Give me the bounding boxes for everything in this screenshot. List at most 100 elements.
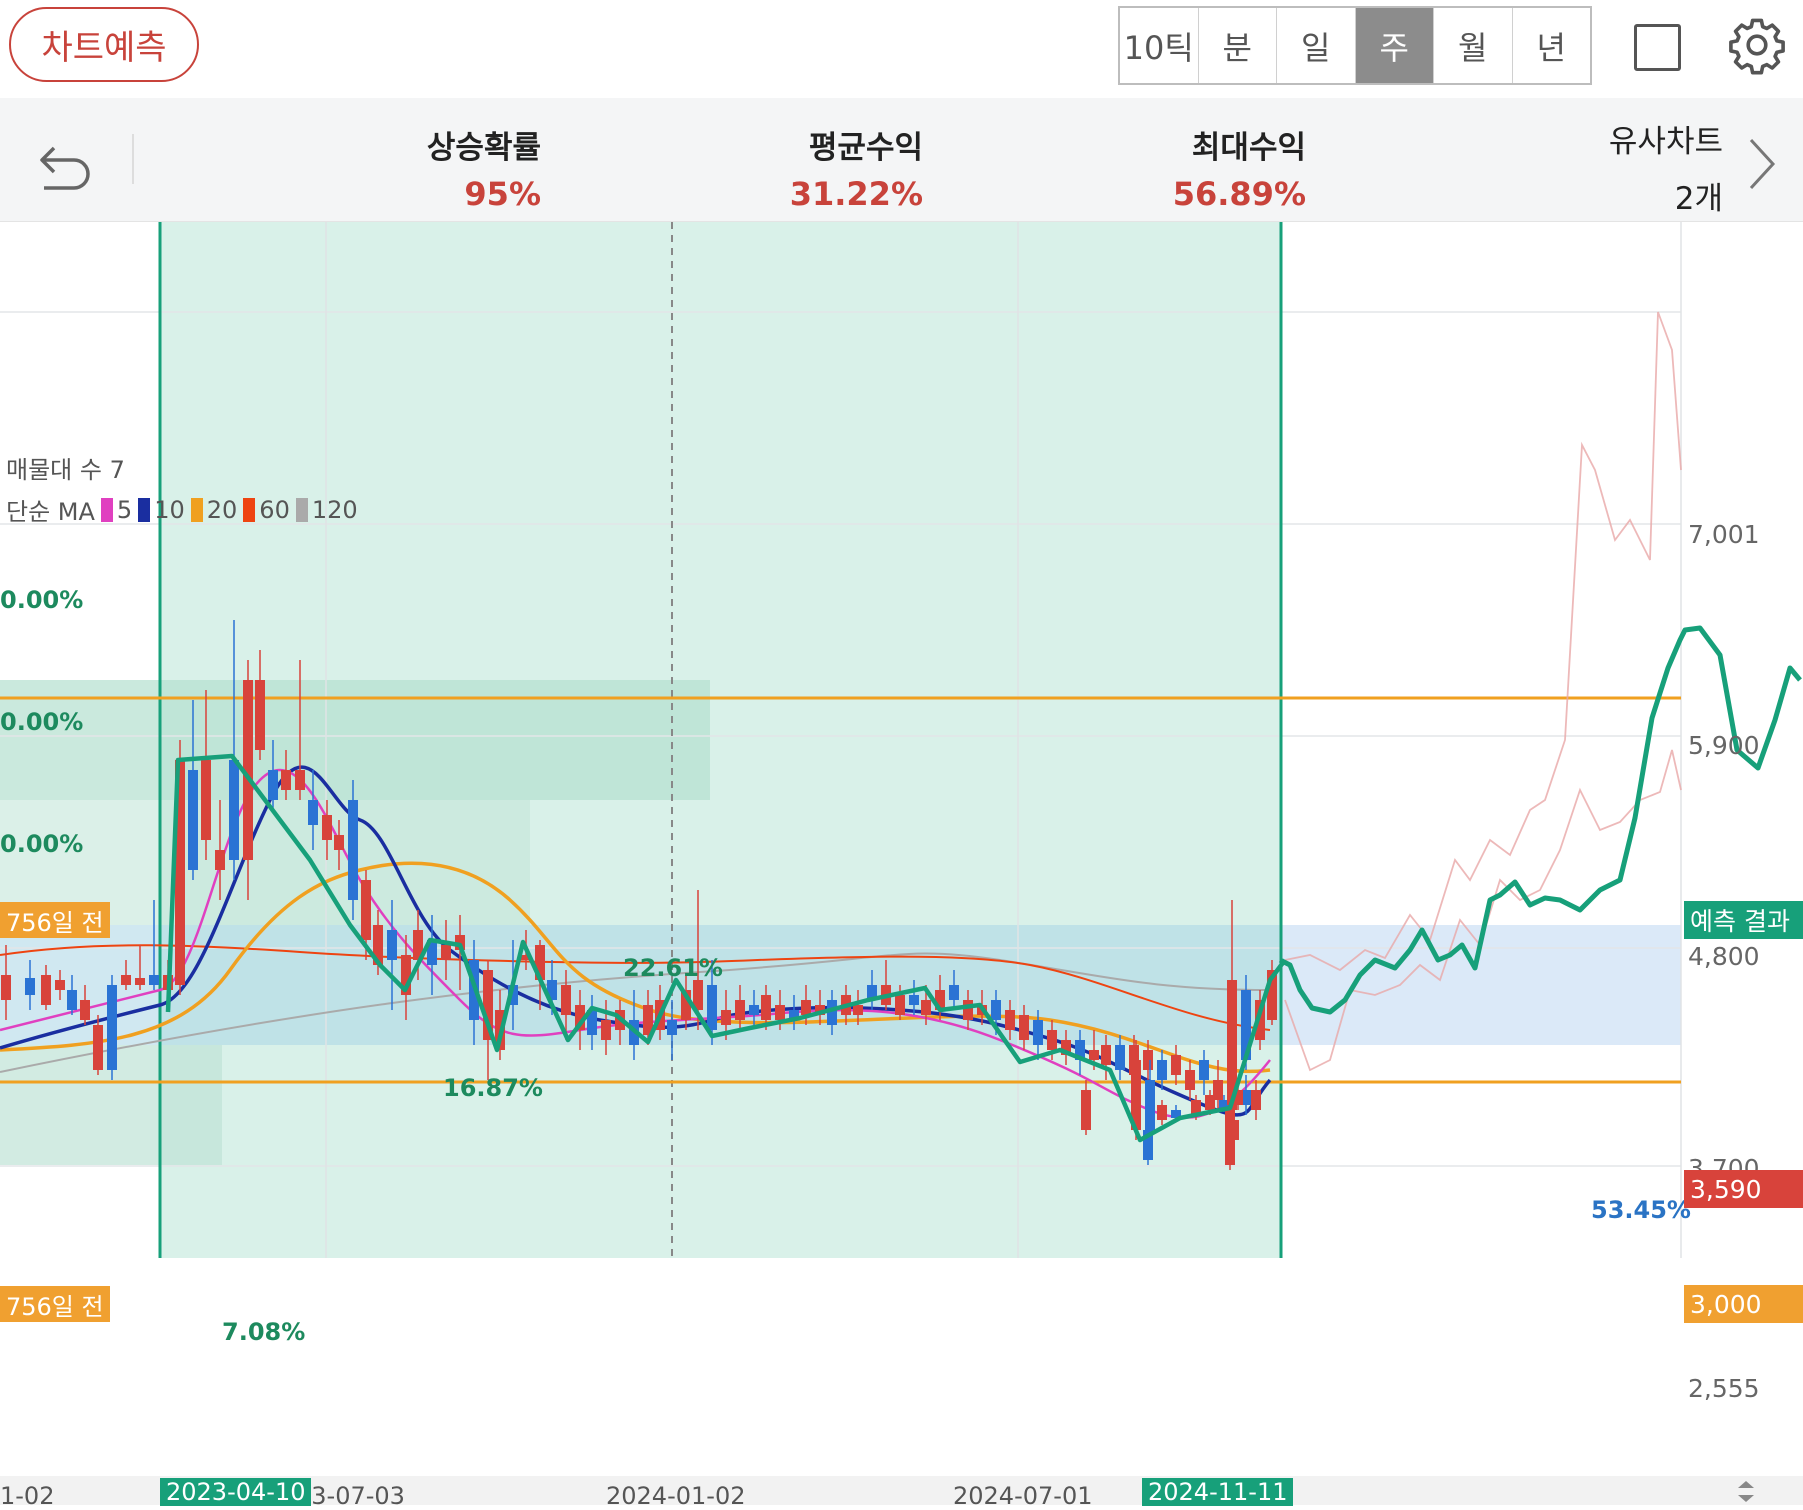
days-ago-tag: 756일 전 bbox=[0, 902, 110, 938]
candle-body bbox=[348, 800, 358, 900]
candle-body bbox=[121, 975, 131, 985]
stat-rise-probability: 상승확률 95% bbox=[427, 122, 541, 213]
candle-body bbox=[1005, 1010, 1015, 1030]
ma60-period: 60 bbox=[259, 495, 290, 524]
candle-body bbox=[1081, 1090, 1091, 1130]
prediction-result-tag: 예측 결과 bbox=[1684, 901, 1803, 939]
zone-percent: 16.87% bbox=[443, 1074, 543, 1102]
candle-body bbox=[67, 990, 77, 1010]
candle-body bbox=[801, 1000, 811, 1015]
candle-body bbox=[1205, 1095, 1215, 1110]
y-axis-label: 4,800 bbox=[1688, 942, 1760, 971]
gear-icon[interactable] bbox=[1726, 14, 1788, 76]
candle-body bbox=[561, 985, 571, 1015]
candle-body bbox=[1033, 1020, 1043, 1045]
candle-body bbox=[1171, 1055, 1181, 1075]
current-price-tag: 3,590 bbox=[1684, 1170, 1803, 1208]
ma120-period: 120 bbox=[311, 495, 358, 524]
candle-body bbox=[1251, 1090, 1261, 1110]
stat-label: 평균수익 bbox=[808, 130, 923, 166]
top-toolbar: 차트예측 10틱 분 일 주 월 년 bbox=[0, 0, 1803, 98]
candle-body bbox=[667, 1020, 677, 1035]
candle-body bbox=[41, 975, 51, 1005]
similar-chart-count: 2개 bbox=[1674, 181, 1723, 217]
candle-body bbox=[25, 978, 35, 995]
candle-body bbox=[853, 1005, 863, 1015]
ma-legend-label: 단순 MA bbox=[6, 498, 95, 526]
candle-body bbox=[1101, 1045, 1111, 1065]
ma5-swatch bbox=[100, 497, 113, 522]
stat-value: 95% bbox=[464, 175, 541, 213]
x-axis-label: 2024-01-02 bbox=[606, 1482, 746, 1510]
candle-body bbox=[1019, 1015, 1029, 1040]
candle-body bbox=[215, 850, 225, 870]
candle-body bbox=[229, 760, 239, 860]
y-axis-label: 2,555 bbox=[1688, 1374, 1760, 1403]
candle-body bbox=[721, 1010, 731, 1025]
x-axis-label: 23-07-03 bbox=[296, 1482, 405, 1510]
chart-predict-button[interactable]: 차트예측 bbox=[9, 7, 199, 82]
candle-body bbox=[1115, 1045, 1125, 1070]
y-axis-label: 5,900 bbox=[1688, 731, 1760, 760]
stat-label: 상승확률 bbox=[426, 130, 541, 166]
candle-body bbox=[991, 1000, 1001, 1020]
stat-max-return: 최대수익 56.89% bbox=[1173, 122, 1306, 213]
back-arrow-icon[interactable] bbox=[30, 128, 100, 198]
period-tab-year[interactable]: 년 bbox=[1513, 8, 1591, 83]
candle-body bbox=[1185, 1070, 1195, 1090]
candle-body bbox=[387, 930, 397, 960]
candle-body bbox=[949, 985, 959, 1000]
candle-body bbox=[909, 995, 919, 1005]
base-price-tag: 3,000 bbox=[1684, 1285, 1803, 1323]
period-tab-day[interactable]: 일 bbox=[1277, 8, 1356, 83]
period-selector: 10틱 분 일 주 월 년 bbox=[1118, 6, 1592, 85]
candle-body bbox=[895, 995, 905, 1015]
prediction-zone-percent: 53.45% bbox=[1591, 1196, 1691, 1224]
ma60-swatch bbox=[243, 497, 256, 522]
y-axis-label: 7,001 bbox=[1688, 520, 1760, 549]
period-tab-minute[interactable]: 분 bbox=[1199, 8, 1277, 83]
pattern-start-date-tag: 2023-04-10 bbox=[160, 1478, 312, 1506]
left-percent-label: 0.00% bbox=[0, 708, 84, 736]
similar-chart-link[interactable]: 유사차트 2개 bbox=[1609, 116, 1723, 218]
stat-value: 31.22% bbox=[789, 175, 923, 213]
similar-chart-label: 유사차트 bbox=[1608, 124, 1723, 160]
period-tab-month[interactable]: 월 bbox=[1434, 8, 1513, 83]
price-chart[interactable]: 매물대 수 7 단순 MA 5 10 20 60 120 0.00% 0.00%… bbox=[0, 222, 1803, 1510]
candle-body bbox=[135, 978, 145, 985]
ma20-swatch bbox=[190, 497, 203, 522]
candle-body bbox=[149, 975, 159, 985]
square-icon[interactable] bbox=[1634, 24, 1681, 71]
scroll-handle-icon[interactable] bbox=[1734, 1478, 1758, 1505]
candle-body bbox=[735, 1000, 745, 1020]
candle-body bbox=[322, 815, 332, 840]
candle-body bbox=[361, 880, 371, 940]
ma20-period: 20 bbox=[206, 495, 238, 524]
candle-body bbox=[749, 1005, 759, 1015]
candle-body bbox=[707, 985, 717, 1030]
candle-body bbox=[255, 680, 265, 750]
days-ago-tag: 756일 전 bbox=[0, 1286, 110, 1322]
stat-average-return: 평균수익 31.22% bbox=[790, 122, 923, 213]
divider bbox=[132, 134, 134, 184]
ma-legend: 단순 MA 5 10 20 60 120 bbox=[6, 492, 358, 527]
zone-percent: 22.61% bbox=[623, 954, 723, 982]
period-tab-week[interactable]: 주 bbox=[1355, 8, 1434, 83]
candle-body bbox=[334, 835, 344, 850]
candle-body bbox=[93, 1025, 103, 1070]
candle-body bbox=[107, 985, 117, 1070]
ma5-period: 5 bbox=[116, 495, 133, 524]
candle-body bbox=[201, 760, 211, 840]
candle-body bbox=[308, 800, 318, 825]
candle-body bbox=[1157, 1105, 1167, 1120]
candle-body bbox=[441, 945, 451, 960]
chevron-right-icon[interactable] bbox=[1737, 128, 1787, 198]
ma120-swatch bbox=[295, 497, 308, 522]
pattern-end-date-tag: 2024-11-11 bbox=[1142, 1478, 1294, 1506]
candle-body bbox=[80, 1000, 90, 1020]
left-percent-label: 0.00% bbox=[0, 586, 84, 614]
zone-percent: 7.08% bbox=[222, 1318, 306, 1346]
candle-body bbox=[1199, 1060, 1209, 1080]
stat-value: 56.89% bbox=[1172, 175, 1306, 213]
period-tab-10tick[interactable]: 10틱 bbox=[1120, 8, 1199, 83]
